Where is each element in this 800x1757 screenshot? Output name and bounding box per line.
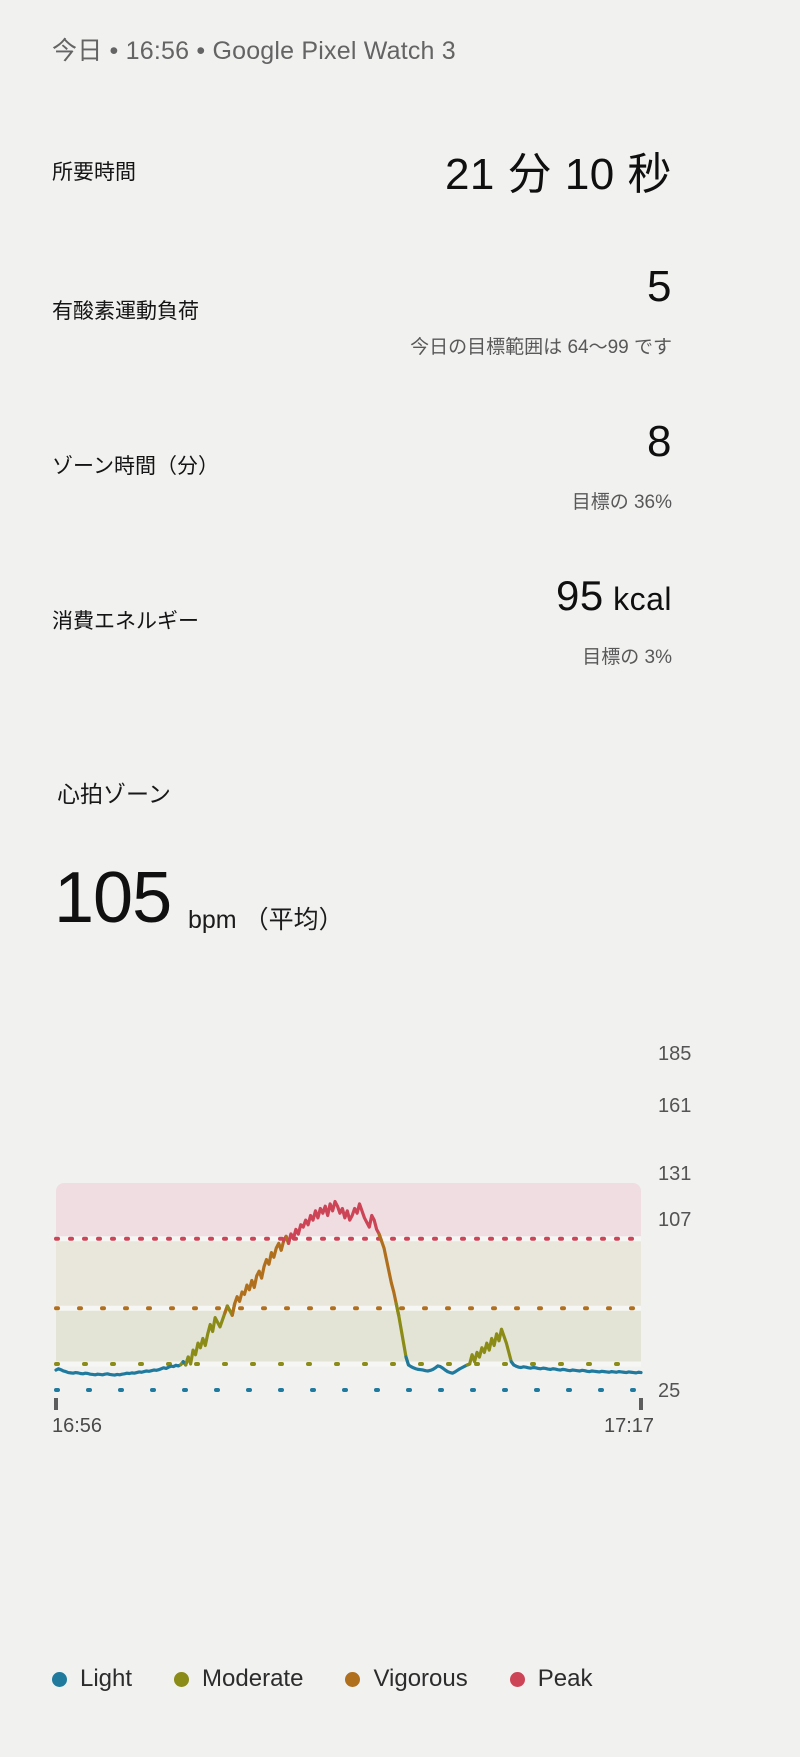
legend-item-vigorous[interactable]: Vigorous	[345, 1665, 468, 1693]
legend-item-moderate[interactable]: Moderate	[174, 1665, 303, 1693]
energy-unit: kcal	[603, 581, 672, 617]
average-heart-rate-unit: bpm （平均）	[188, 906, 344, 934]
zone-minutes-label: ゾーン時間（分）	[52, 455, 219, 478]
chart-legend: Light Moderate Vigorous Peak	[52, 1665, 634, 1693]
zone-minutes-subtext: 目標の 36%	[571, 492, 672, 513]
legend-dot-peak-icon	[509, 1671, 525, 1687]
legend-item-peak[interactable]: Peak	[509, 1665, 593, 1693]
energy-value: 95 kcal	[556, 572, 672, 620]
heart-rate-zone-title: 心拍ゾーン	[57, 781, 171, 807]
energy-number: 95	[555, 572, 604, 619]
y-axis-label-131: 131	[658, 1163, 692, 1185]
duration-value: 21 分 10 秒	[444, 150, 672, 199]
aerobic-load-label: 有酸素運動負荷	[52, 300, 199, 323]
legend-dot-light-icon	[52, 1671, 67, 1687]
legend-label-vigorous: Vigorous	[373, 1665, 468, 1692]
legend-dot-moderate-icon	[174, 1671, 190, 1687]
y-axis-label-107: 107	[658, 1209, 692, 1231]
average-heart-rate-value: 105	[54, 858, 172, 938]
zone-minutes-value: 8	[647, 417, 672, 466]
y-axis-label-185: 185	[658, 1043, 692, 1065]
x-axis-label-start: 16:56	[52, 1415, 103, 1437]
aerobic-load-value: 5	[647, 262, 672, 311]
legend-item-light[interactable]: Light	[52, 1665, 132, 1693]
energy-subtext: 目標の 3%	[582, 647, 672, 668]
legend-label-light: Light	[80, 1665, 133, 1692]
duration-label: 所要時間	[52, 161, 136, 184]
x-axis-label-end: 17:17	[604, 1415, 655, 1437]
aerobic-load-subtext: 今日の目標範囲は 64〜99 です	[410, 337, 672, 358]
legend-dot-vigorous-icon	[345, 1671, 361, 1687]
y-axis-label-161: 161	[658, 1095, 692, 1117]
legend-label-moderate: Moderate	[202, 1665, 304, 1692]
y-axis-label-25: 25	[658, 1380, 681, 1402]
legend-label-peak: Peak	[537, 1665, 593, 1692]
session-header: 今日 • 16:56 • Google Pixel Watch 3	[52, 37, 456, 65]
energy-label: 消費エネルギー	[52, 610, 199, 633]
